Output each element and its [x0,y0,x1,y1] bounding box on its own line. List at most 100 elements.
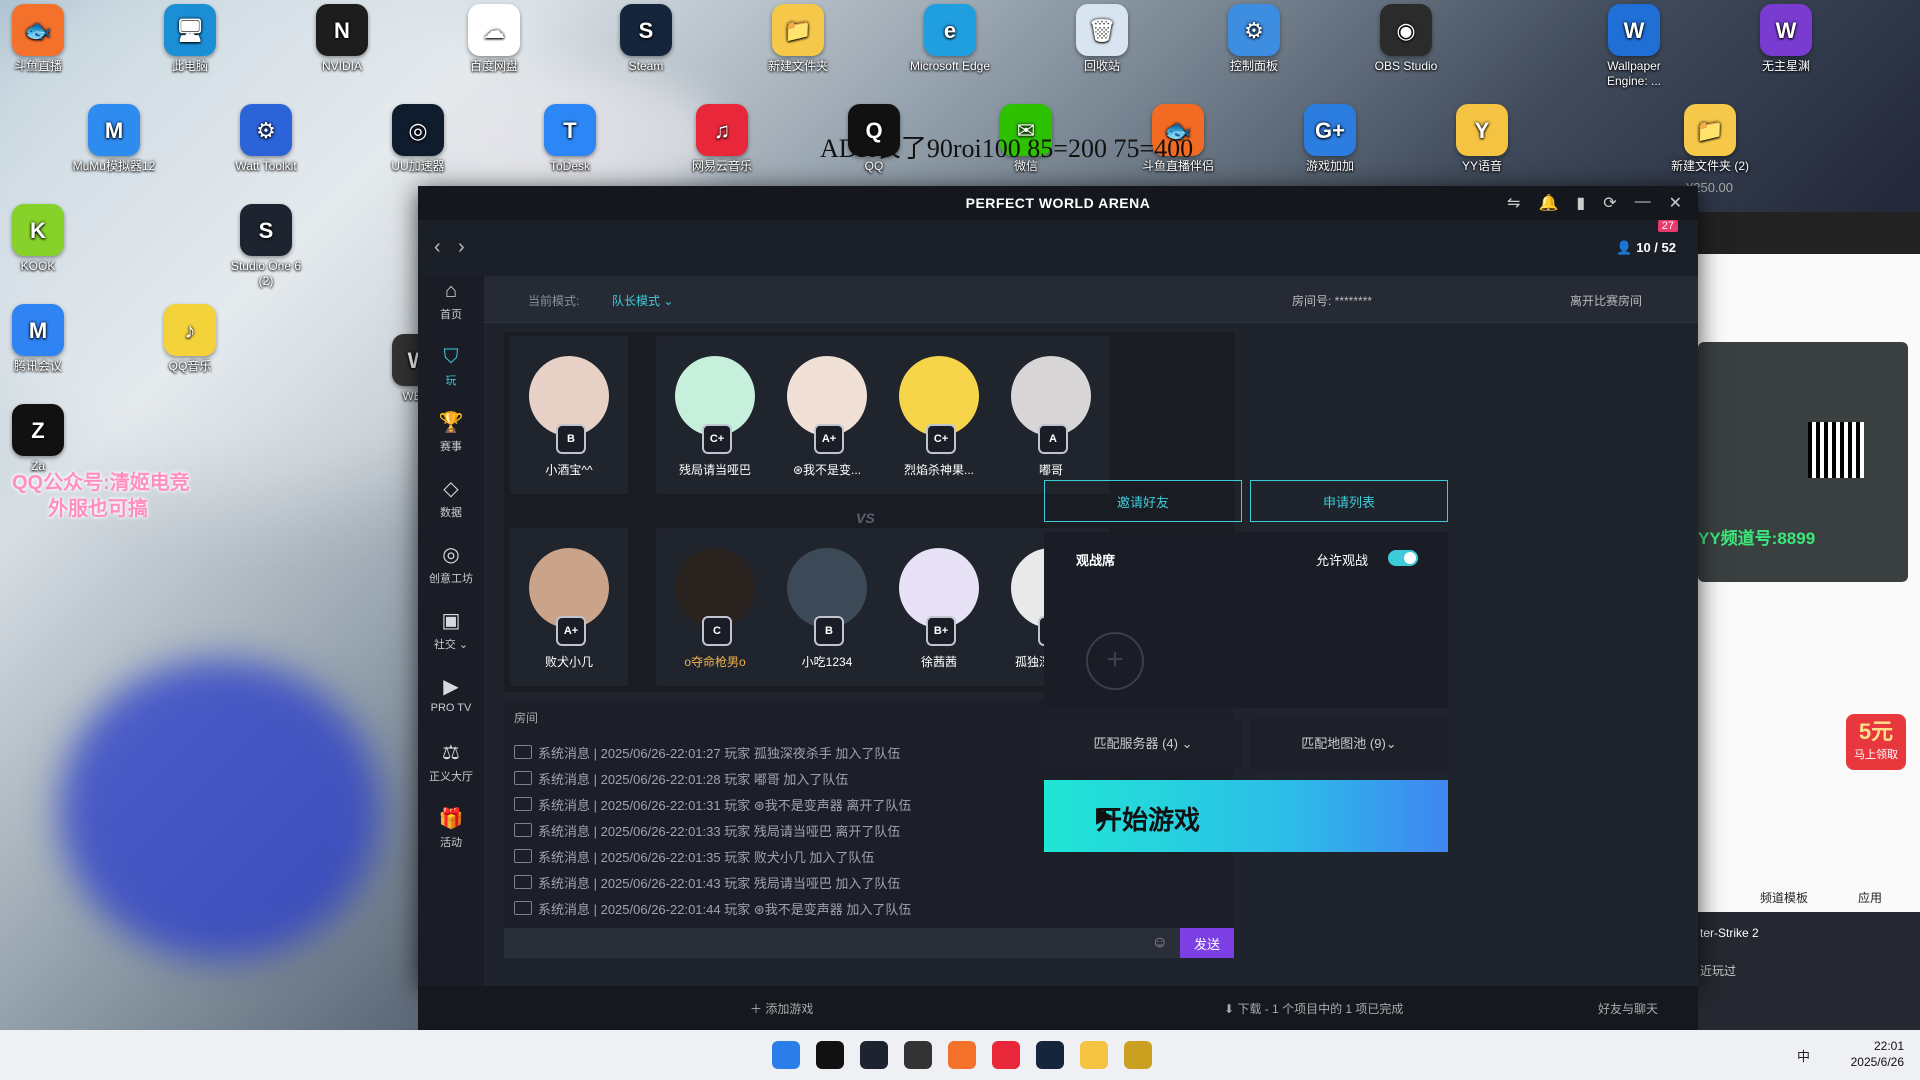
wallpaper-flower [60,660,380,960]
ime-indicator[interactable]: 中 [1797,1046,1810,1065]
server-select[interactable]: 匹配服务器 (4) ⌄ [1044,718,1242,770]
desktop-icon[interactable]: S Steam [602,4,690,74]
sidebar-item[interactable]: ⌂ 首页 [418,276,484,342]
app-icon: K [12,204,64,256]
desktop-icon[interactable]: K KOOK [0,204,82,274]
forward-icon[interactable]: › [458,236,465,259]
minimize-icon[interactable]: — [1635,193,1651,213]
desktop-icon[interactable]: S Studio One 6 (2) [222,204,310,289]
desktop-icon-label: QQ音乐 [168,359,212,373]
desktop-icon[interactable]: ◉ OBS Studio [1362,4,1450,74]
player-card[interactable]: A 嘟哥 [992,336,1110,494]
desktop-icon[interactable]: ⚙ Watt Toolkit [222,104,310,174]
taskbar-app-2-icon[interactable] [860,1041,888,1069]
desktop-icon[interactable]: T ToDesk [526,104,614,174]
player-card[interactable]: B 小酒宝^^ [510,336,628,494]
rank-badge: A+ [556,616,586,646]
sidebar-item[interactable]: 🎁 活动 [418,804,484,870]
player-card[interactable]: B+ 徐茜茜 [880,528,998,686]
start-game-button[interactable]: 开始游戏 ▶ [1044,780,1448,852]
sidebar-item[interactable]: 🏆 赛事 [418,408,484,474]
desktop-icon[interactable]: ♫ 网易云音乐 [678,104,766,174]
desktop-icon-label: MuMu模拟器12 [72,159,156,173]
desktop-icon[interactable]: M 腾讯会议 [0,304,82,374]
title-icons: ⇋ 🔔 ▮ ⟳ — ✕ [1507,193,1682,213]
recent-game[interactable]: ter-Strike 2 [1700,926,1759,940]
desktop-icon[interactable]: ⚙ 控制面板 [1210,4,1298,74]
desktop-icon-label: Watt Toolkit [235,159,297,173]
player-card[interactable]: C+ 残局请当哑巴 [656,336,774,494]
channel-template[interactable]: 频道模板 [1760,889,1808,906]
player-card[interactable]: A+ ⊛我不是变... [768,336,886,494]
chat-input[interactable]: ☺ 发送 [504,928,1234,958]
app-icon: W [1608,4,1660,56]
taskbar-douyu-icon[interactable] [948,1041,976,1069]
leave-room-button[interactable]: 离开比赛房间 [1570,292,1642,309]
app-icon: W [1760,4,1812,56]
sidebar-item[interactable]: ◇ 数据 [418,474,484,540]
download-status[interactable]: ⬇ 下载 - 1 个项目中的 1 项已完成 [1224,1000,1403,1017]
taskbar-yy-icon[interactable] [1080,1041,1108,1069]
desktop-icon[interactable]: 🗑 回收站 [1058,4,1146,74]
desktop-icon[interactable]: G+ 游戏加加 [1286,104,1374,174]
signal-icon[interactable]: ▮ [1576,193,1585,213]
desktop-icon[interactable]: N NVIDIA [298,4,386,74]
desktop-icon[interactable]: ♪ QQ音乐 [146,304,234,374]
apply-list-button[interactable]: 申请列表 [1250,480,1448,522]
desktop-icon-label: 此电脑 [171,59,208,73]
taskbar-steam-icon[interactable] [1036,1041,1064,1069]
five-yuan-badge[interactable]: 5元 马上领取 [1846,714,1906,770]
desktop-icon[interactable]: W 无主星渊 [1742,4,1830,74]
title-bar[interactable]: PERFECT WORLD ARENA ⇋ 🔔 ▮ ⟳ — ✕ [418,186,1698,220]
recent-played: 近玩过 [1700,964,1737,978]
refresh-icon[interactable]: ⟳ [1603,193,1616,213]
desktop-icon[interactable]: 📁 新建文件夹 (2) [1666,104,1754,174]
taskbar-pwa-icon[interactable] [1124,1041,1152,1069]
desktop-icon-label: 回收站 [1083,59,1120,73]
app-icon: G+ [1304,104,1356,156]
player-card[interactable]: Co夺命枪男o [656,528,774,686]
desktop-icon[interactable]: 🖥 此电脑 [146,4,234,74]
clock[interactable]: 22:01 2025/6/26 [1851,1038,1904,1070]
swap-icon[interactable]: ⇋ [1507,193,1520,213]
sidebar-item[interactable]: ▣ 社交 ⌄ [418,606,484,672]
player-card[interactable]: A+ 败犬小几 [510,528,628,686]
back-icon[interactable]: ‹ [434,236,441,259]
add-spectator-icon[interactable]: + [1086,632,1144,690]
desktop-icon[interactable]: M MuMu模拟器12 [70,104,158,174]
taskbar-netease-icon[interactable] [992,1041,1020,1069]
sidebar-item[interactable]: ⚖ 正义大厅 [418,738,484,804]
mappool-select[interactable]: 匹配地图池 (9)⌄ [1250,718,1448,770]
player-card[interactable]: B 小吃1234 [768,528,886,686]
desktop-icon[interactable]: W Wallpaper Engine: ... [1590,4,1678,89]
desktop-icon[interactable]: 🐟 斗鱼直播 [0,4,82,74]
close-icon[interactable]: ✕ [1669,193,1682,213]
yy-video: YY频道号:8899 [1698,342,1908,582]
desktop-icon[interactable]: Z Za [0,404,82,474]
player-card[interactable]: C+ 烈焰杀神果... [880,336,998,494]
allow-spectate-toggle[interactable] [1388,550,1418,566]
app-icon: T [544,104,596,156]
chat-message: 系统消息 | 2025/06/26-22:01:35 玩家 败犬小几 加入了队伍 [514,843,911,869]
taskbar-app-1-icon[interactable] [816,1041,844,1069]
desktop-icon[interactable]: 📁 新建文件夹 [754,4,842,74]
five-yuan-sub: 马上领取 [1854,749,1898,761]
apps-link[interactable]: 应用 [1858,889,1882,906]
mode-select[interactable]: 队长模式 ⌄ [612,292,673,309]
start-icon[interactable] [772,1041,800,1069]
emoji-icon[interactable]: ☺ [1152,934,1168,952]
desktop-icon[interactable]: ☁ 百度网盘 [450,4,538,74]
send-button[interactable]: 发送 [1180,928,1234,958]
bell-icon[interactable]: 🔔 [1538,193,1558,213]
add-game-button[interactable]: ＋ 添加游戏 [750,1000,813,1017]
sidebar-item[interactable]: ◎ 创意工坊 [418,540,484,606]
desktop-icon[interactable]: Y YY语音 [1438,104,1526,174]
desktop-icon[interactable]: e Microsoft Edge [906,4,994,74]
invite-friends-button[interactable]: 邀请好友 [1044,480,1242,522]
taskbar-app-3-icon[interactable] [904,1041,932,1069]
sidebar-item[interactable]: ▶ PRO TV [418,672,484,738]
spectator-title: 观战席 [1076,553,1116,568]
sidebar-item[interactable]: ⛉ 玩 [418,342,484,408]
friends-chat-button[interactable]: 好友与聊天 [1598,1000,1658,1017]
desktop-icon[interactable]: ◎ UU加速器 [374,104,462,174]
